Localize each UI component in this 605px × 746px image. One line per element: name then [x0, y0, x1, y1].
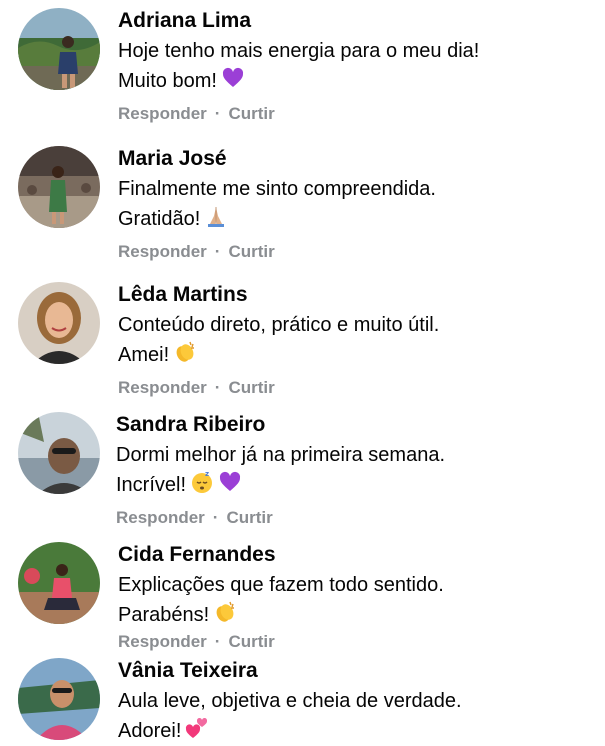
comment-line: Aula leve, objetiva e cheia de verdade. [118, 690, 462, 712]
comment-author[interactable]: Maria José [118, 146, 598, 172]
comment-actions: Responder · Curtir [118, 104, 598, 124]
like-button[interactable]: Curtir [228, 378, 274, 397]
reply-button[interactable]: Responder [118, 242, 207, 261]
like-button[interactable]: Curtir [228, 242, 274, 261]
avatar[interactable] [18, 658, 100, 740]
separator: · [214, 242, 221, 261]
comment-line: Muito bom! [118, 70, 217, 92]
comment-author[interactable]: Sandra Ribeiro [116, 412, 596, 438]
clapping-hands-icon [173, 340, 197, 364]
svg-text:z: z [205, 470, 209, 478]
separator: · [212, 508, 219, 527]
comment-text: Explicações que fazem todo sentido. Para… [118, 570, 598, 630]
like-button[interactable]: Curtir [228, 104, 274, 123]
comment-line: Dormi melhor já na primeira semana. [116, 444, 446, 466]
comment-actions: Responder · Curtir [116, 508, 596, 528]
comment-line: Finalmente me sinto compreendida. [118, 178, 436, 200]
clapping-hands-icon [213, 600, 237, 624]
comment-author[interactable]: Vânia Teixeira [118, 658, 598, 684]
comment-actions: Responder · Curtir [118, 378, 598, 398]
comment-author[interactable]: Adriana Lima [118, 8, 598, 34]
separator: · [214, 104, 221, 123]
avatar[interactable] [18, 412, 100, 494]
comment-text: Dormi melhor já na primeira semana. Incr… [116, 440, 596, 500]
comment-line: Explicações que fazem todo sentido. [118, 574, 444, 596]
comment-text: Finalmente me sinto compreendida. Gratid… [118, 174, 598, 234]
avatar[interactable] [18, 542, 100, 624]
comment-text: Conteúdo direto, prático e muito útil. A… [118, 310, 598, 370]
comment-line: Parabéns! [118, 604, 210, 626]
comment-line: Gratidão! [118, 208, 201, 230]
comment-author[interactable]: Lêda Martins [118, 282, 598, 308]
comment-text: Aula leve, objetiva e cheia de verdade. … [118, 686, 598, 746]
comment-actions: Responder · Curtir [118, 632, 598, 652]
folded-hands-icon [204, 204, 228, 228]
comment-author[interactable]: Cida Fernandes [118, 542, 598, 568]
reply-button[interactable]: Responder [116, 508, 205, 527]
comment-line: Hoje tenho mais energia para o meu dia! [118, 40, 480, 62]
avatar[interactable] [18, 282, 100, 364]
comment-line: Adorei! [118, 720, 182, 742]
comment-actions: Responder · Curtir [118, 242, 598, 262]
purple-heart-icon [218, 470, 242, 494]
comment-line: Conteúdo direto, prático e muito útil. [118, 314, 440, 336]
purple-heart-icon [221, 66, 245, 90]
two-hearts-icon [185, 716, 209, 740]
reply-button[interactable]: Responder [118, 632, 207, 651]
comment-line: Incrível! [116, 474, 187, 496]
like-button[interactable]: Curtir [226, 508, 272, 527]
reply-button[interactable]: Responder [118, 104, 207, 123]
avatar[interactable] [18, 146, 100, 228]
separator: · [214, 378, 221, 397]
comment-text: Hoje tenho mais energia para o meu dia! … [118, 36, 598, 96]
comment-line: Amei! [118, 344, 170, 366]
separator: · [214, 632, 221, 651]
avatar[interactable] [18, 8, 100, 90]
reply-button[interactable]: Responder [118, 378, 207, 397]
sleeping-face-icon: z [190, 470, 214, 494]
like-button[interactable]: Curtir [228, 632, 274, 651]
